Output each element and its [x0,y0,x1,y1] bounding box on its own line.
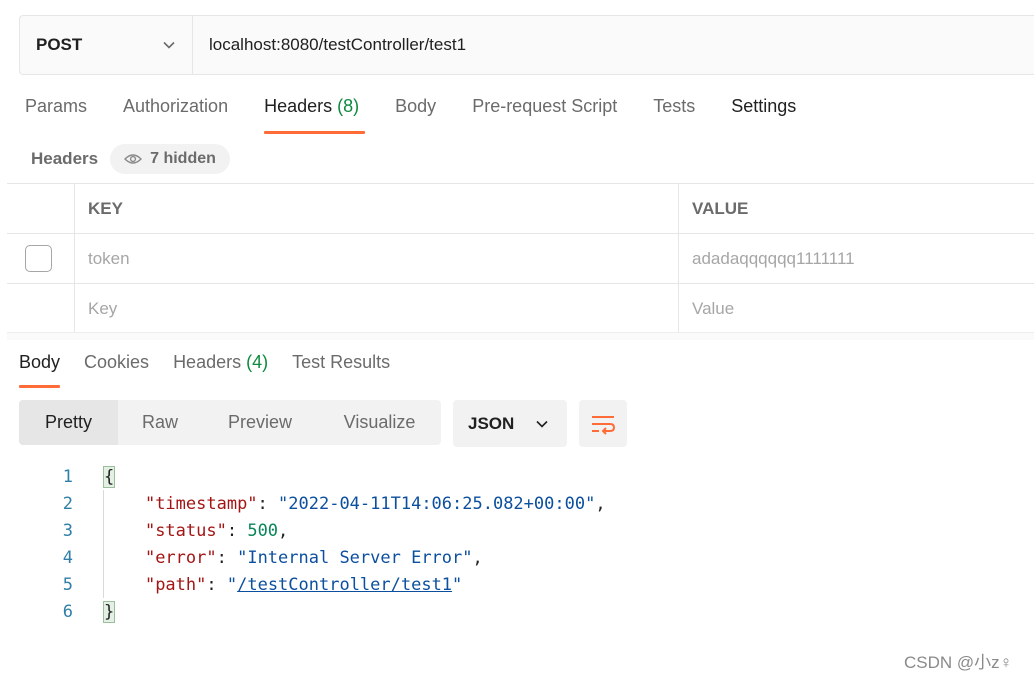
tab-body[interactable]: Body [395,96,436,134]
code-text: "error": "Internal Server Error", [144,547,483,568]
check-column-header [7,184,75,233]
line-number: 4 [62,547,73,568]
headers-table: KEY VALUE token adadaqqqqqq1111111 Key V… [7,183,1034,334]
code-text: "timestamp": "2022-04-11T14:06:25.082+00… [144,493,606,514]
tab-count: (8) [337,96,360,116]
hidden-headers-toggle[interactable]: 7 hidden [110,144,230,174]
header-key[interactable]: token [75,234,679,283]
code-text: "status": 500, [144,520,289,541]
tab-tests[interactable]: Tests [653,96,695,134]
tab-count: (4) [246,352,269,372]
json-key: "timestamp" [144,493,258,514]
tab-label: Tests [653,96,696,116]
json-key: "path" [144,574,207,595]
json-string: "Internal Server Error" [237,547,473,568]
table-row: token adadaqqqqqq1111111 [7,234,1034,284]
code-text: } [73,600,116,623]
request-bar: POST localhost:8080/testController/test1 [19,15,1034,75]
response-tab-cookies[interactable]: Cookies [84,352,149,388]
tab-pre-request-script[interactable]: Pre-request Script [472,96,617,134]
open-brace: { [102,465,116,488]
chevron-down-icon [536,420,548,428]
close-brace: } [102,600,116,623]
chevron-down-icon [163,41,175,49]
preview-button[interactable]: Preview [202,400,318,445]
format-toggle-group: Pretty Raw Preview Visualize [19,400,441,445]
tab-label: Test Results [292,352,391,372]
indent-guide [103,490,104,598]
headers-label: Headers [31,149,99,168]
tab-authorization[interactable]: Authorization [123,96,228,134]
response-tab-test-results[interactable]: Test Results [292,352,390,388]
tab-label: Body [19,352,61,372]
key-column-header: KEY [75,184,679,233]
line-number: 2 [62,493,73,514]
json-key: "status" [144,520,227,541]
code-line: 3 "status": 500, [0,517,1034,544]
header-value[interactable]: adadaqqqqqq1111111 [679,234,1034,283]
response-body-code[interactable]: 1 { 2 "timestamp": "2022-04-11T14:06:25.… [0,463,1034,625]
line-number: 1 [62,466,73,487]
table-header-row: KEY VALUE [7,184,1034,234]
wrap-lines-icon [592,415,616,435]
language-select[interactable]: JSON [453,400,567,447]
table-row-new: Key Value [7,284,1034,334]
line-number: 6 [62,601,73,622]
raw-button[interactable]: Raw [118,400,202,445]
line-number: 5 [62,574,73,595]
code-text: "path": "/testController/test1" [144,574,463,595]
language-label: JSON [468,413,515,433]
url-input[interactable]: localhost:8080/testController/test1 [193,16,1034,74]
line-number: 3 [62,520,73,541]
tab-label: Pre-request Script [472,96,618,116]
tab-label: Cookies [84,352,150,372]
pane-divider[interactable] [7,332,1034,340]
code-line: 2 "timestamp": "2022-04-11T14:06:25.082+… [0,490,1034,517]
headers-label-row: Headers 7 hidden [31,144,230,174]
tab-label: Settings [731,96,797,116]
row-checkbox-cell [7,234,75,283]
pretty-button[interactable]: Pretty [19,400,118,445]
response-tabs: Body Cookies Headers (4) Test Results [19,352,414,388]
new-key-input[interactable]: Key [75,284,679,333]
tab-headers[interactable]: Headers (8) [264,96,366,134]
code-line: 4 "error": "Internal Server Error", [0,544,1034,571]
method-select[interactable]: POST [20,16,193,74]
code-text: { [73,465,116,488]
path-link[interactable]: /testController/test1 [237,575,452,595]
tab-label: Headers [173,352,242,372]
code-line: 1 { [0,463,1034,490]
value-column-header: VALUE [692,198,749,218]
wrap-lines-button[interactable] [579,400,627,447]
hidden-count: 7 hidden [150,150,216,167]
response-tab-headers[interactable]: Headers (4) [173,352,268,388]
json-quote: " [452,574,463,595]
tab-label: Authorization [123,96,229,116]
row-checkbox[interactable] [25,245,52,272]
url-text: localhost:8080/testController/test1 [209,35,467,54]
code-line: 5 "path": "/testController/test1" [0,571,1034,598]
tab-label: Body [395,96,437,116]
new-value-input[interactable]: Value [679,284,1034,333]
response-tab-body[interactable]: Body [19,352,61,388]
tab-params[interactable]: Params [25,96,87,134]
code-line: 6 } [0,598,1034,625]
json-key: "error" [144,547,217,568]
tab-label: Params [25,96,88,116]
eye-icon [124,154,143,164]
json-string: "2022-04-11T14:06:25.082+00:00" [278,493,596,514]
request-tabs: Params Authorization Headers (8) Body Pr… [25,96,832,134]
visualize-button[interactable]: Visualize [318,400,441,445]
method-label: POST [36,35,83,54]
row-checkbox-cell [7,284,75,333]
tab-settings[interactable]: Settings [731,96,796,134]
watermark: CSDN @小z♀ [904,653,1013,672]
json-number: 500 [247,520,279,541]
json-quote: " [226,574,238,595]
tab-label: Headers [264,96,333,116]
